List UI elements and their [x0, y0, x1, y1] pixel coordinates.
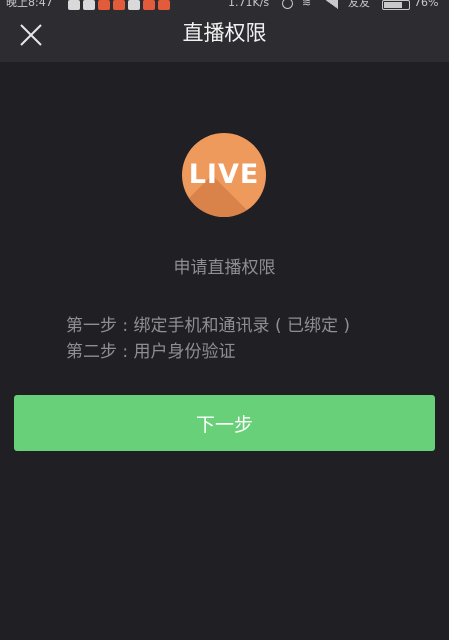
- battery-percent: 76%: [414, 0, 439, 9]
- logo-text: LIVE: [188, 159, 260, 190]
- notification-icon: [158, 0, 170, 10]
- step-item-2: 第二步 : 用户身份验证: [66, 342, 236, 362]
- network-speed: 1.71K/s: [228, 0, 270, 9]
- notification-icon: [83, 0, 95, 10]
- step-item-1: 第一步 : 绑定手机和通讯录 ( 已绑定 ): [66, 316, 351, 336]
- nav-bar: 直播权限: [0, 12, 449, 62]
- signal-icon: [324, 0, 338, 9]
- notification-icon: [113, 0, 125, 10]
- page-title: 直播权限: [182, 21, 267, 45]
- alarm-icon: [282, 0, 293, 9]
- notification-icons: [68, 0, 170, 10]
- page-subtitle: 申请直播权限: [173, 258, 276, 278]
- notification-icon: [128, 0, 140, 10]
- status-time: 晚上8:47: [6, 0, 53, 9]
- next-step-button[interactable]: 下一步: [14, 395, 435, 451]
- notification-icon: [68, 0, 80, 10]
- steps-list: 第一步 : 绑定手机和通讯录 ( 已绑定 ) 第二步 : 用户身份验证: [66, 313, 350, 365]
- notification-icon: [98, 0, 110, 10]
- status-bar: 晚上8:47 1.71K/s ≋ 友友 76%: [0, 0, 449, 12]
- wifi-icon: ≋: [302, 0, 312, 9]
- live-logo: LIVE: [182, 133, 266, 217]
- notification-icon: [143, 0, 155, 10]
- carrier-name: 友友: [348, 0, 370, 9]
- battery-icon: [382, 0, 410, 10]
